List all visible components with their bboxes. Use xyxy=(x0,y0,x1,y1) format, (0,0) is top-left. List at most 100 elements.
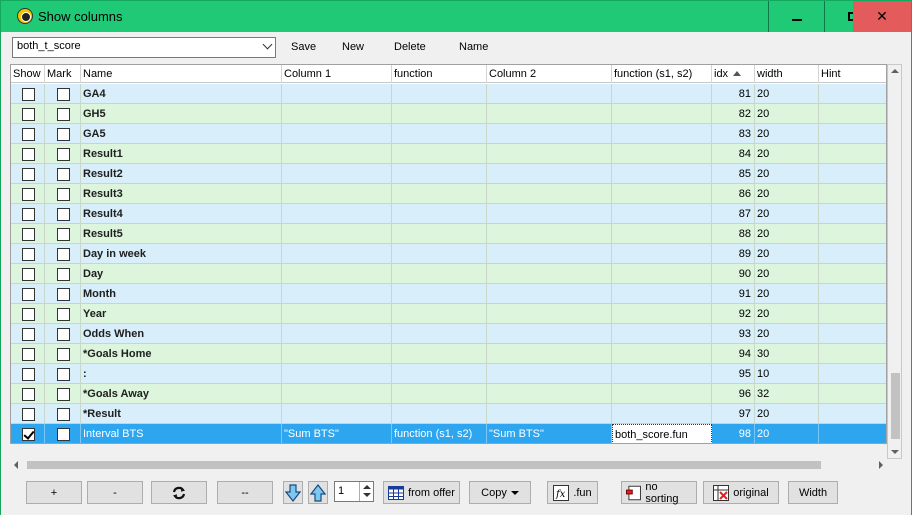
cell-name[interactable]: Month xyxy=(81,284,282,304)
show-checkbox[interactable] xyxy=(22,248,35,261)
mark-checkbox[interactable] xyxy=(57,188,70,201)
cell-function[interactable] xyxy=(392,124,487,144)
cell-width[interactable]: 20 xyxy=(755,144,819,164)
cell-hint[interactable] xyxy=(819,84,886,104)
cell-idx[interactable]: 81 xyxy=(712,84,755,104)
cell-show[interactable] xyxy=(11,124,45,144)
table-row[interactable]: *Goals Home 94 30 xyxy=(11,344,886,364)
show-checkbox[interactable] xyxy=(22,408,35,421)
cell-column-1[interactable] xyxy=(282,84,392,104)
mark-checkbox[interactable] xyxy=(57,208,70,221)
cell-column-1[interactable] xyxy=(282,404,392,424)
cell-function-s1-s2[interactable] xyxy=(612,244,712,264)
cell-name[interactable]: Interval BTS xyxy=(81,424,282,443)
cell-column-1[interactable] xyxy=(282,284,392,304)
header-width[interactable]: width xyxy=(755,65,819,83)
cell-function-s1-s2[interactable] xyxy=(612,304,712,324)
cell-column-2[interactable] xyxy=(487,344,612,364)
table-row[interactable]: *Goals Away 96 32 xyxy=(11,384,886,404)
cell-function[interactable] xyxy=(392,324,487,344)
cell-column-2[interactable] xyxy=(487,404,612,424)
table-row[interactable]: GA4 81 20 xyxy=(11,84,886,104)
cell-function[interactable] xyxy=(392,224,487,244)
cell-column-1[interactable] xyxy=(282,324,392,344)
table-row[interactable]: *Result 97 20 xyxy=(11,404,886,424)
cell-function-s1-s2[interactable] xyxy=(612,384,712,404)
cell-mark[interactable] xyxy=(45,204,81,224)
cell-width[interactable]: 20 xyxy=(755,324,819,344)
cell-hint[interactable] xyxy=(819,404,886,424)
table-row[interactable]: Odds When 93 20 xyxy=(11,324,886,344)
table-row[interactable]: GA5 83 20 xyxy=(11,124,886,144)
cell-function[interactable] xyxy=(392,164,487,184)
cell-name[interactable]: Odds When xyxy=(81,324,282,344)
mark-checkbox[interactable] xyxy=(57,88,70,101)
cell-mark[interactable] xyxy=(45,324,81,344)
save-button[interactable]: Save xyxy=(291,41,316,53)
cell-column-2[interactable] xyxy=(487,364,612,384)
cell-width[interactable]: 20 xyxy=(755,104,819,124)
cell-column-1[interactable] xyxy=(282,184,392,204)
header-idx[interactable]: idx xyxy=(712,65,755,83)
table-row[interactable]: Day in week 89 20 xyxy=(11,244,886,264)
table-row[interactable]: GH5 82 20 xyxy=(11,104,886,124)
cell-column-2[interactable] xyxy=(487,204,612,224)
cell-name[interactable]: Day in week xyxy=(81,244,282,264)
show-checkbox[interactable] xyxy=(22,188,35,201)
cell-width[interactable]: 20 xyxy=(755,304,819,324)
show-checkbox[interactable] xyxy=(22,108,35,121)
cell-name[interactable]: Result5 xyxy=(81,224,282,244)
cell-hint[interactable] xyxy=(819,144,886,164)
remove-button[interactable]: - xyxy=(87,481,143,504)
cell-function-s1-s2[interactable] xyxy=(612,324,712,344)
cell-hint[interactable] xyxy=(819,184,886,204)
cell-show[interactable] xyxy=(11,84,45,104)
cell-width[interactable]: 20 xyxy=(755,124,819,144)
cell-function-s1-s2[interactable] xyxy=(612,264,712,284)
cell-idx[interactable]: 83 xyxy=(712,124,755,144)
cell-column-2[interactable] xyxy=(487,244,612,264)
cell-show[interactable] xyxy=(11,144,45,164)
cell-width[interactable]: 20 xyxy=(755,264,819,284)
show-checkbox[interactable] xyxy=(22,148,35,161)
table-row[interactable]: Result1 84 20 xyxy=(11,144,886,164)
cell-hint[interactable] xyxy=(819,244,886,264)
width-button[interactable]: Width xyxy=(788,481,838,504)
minimize-button[interactable] xyxy=(768,1,824,32)
move-up-button[interactable] xyxy=(308,481,328,504)
step-spinner-value[interactable]: 1 xyxy=(338,485,344,497)
cell-hint[interactable] xyxy=(819,124,886,144)
spinner-up-icon[interactable] xyxy=(363,485,371,489)
refresh-button[interactable] xyxy=(151,481,207,504)
cell-column-2[interactable] xyxy=(487,124,612,144)
cell-idx[interactable]: 98 xyxy=(712,424,755,443)
cell-column-1[interactable] xyxy=(282,364,392,384)
cell-mark[interactable] xyxy=(45,384,81,404)
cell-column-1[interactable] xyxy=(282,144,392,164)
cell-column-1[interactable]: "Sum BTS" xyxy=(282,424,392,443)
show-checkbox[interactable] xyxy=(22,168,35,181)
cell-mark[interactable] xyxy=(45,424,81,443)
mark-checkbox[interactable] xyxy=(57,288,70,301)
cell-name[interactable]: Result1 xyxy=(81,144,282,164)
cell-idx[interactable]: 89 xyxy=(712,244,755,264)
cell-name[interactable]: *Result xyxy=(81,404,282,424)
cell-function[interactable] xyxy=(392,364,487,384)
cell-name[interactable]: GA4 xyxy=(81,84,282,104)
cell-function[interactable] xyxy=(392,304,487,324)
cell-mark[interactable] xyxy=(45,364,81,384)
fun-button[interactable]: fx .fun xyxy=(547,481,598,504)
cell-show[interactable] xyxy=(11,424,45,443)
spinner-down-icon[interactable] xyxy=(363,493,371,497)
cell-show[interactable] xyxy=(11,224,45,244)
cell-show[interactable] xyxy=(11,244,45,264)
table-row[interactable]: : 95 10 xyxy=(11,364,886,384)
cell-idx[interactable]: 88 xyxy=(712,224,755,244)
cell-show[interactable] xyxy=(11,404,45,424)
mark-checkbox[interactable] xyxy=(57,268,70,281)
table-row[interactable]: Result4 87 20 xyxy=(11,204,886,224)
cell-idx[interactable]: 84 xyxy=(712,144,755,164)
cell-function-s1-s2[interactable] xyxy=(612,344,712,364)
cell-width[interactable]: 20 xyxy=(755,424,819,443)
scroll-up-icon[interactable] xyxy=(891,69,899,73)
